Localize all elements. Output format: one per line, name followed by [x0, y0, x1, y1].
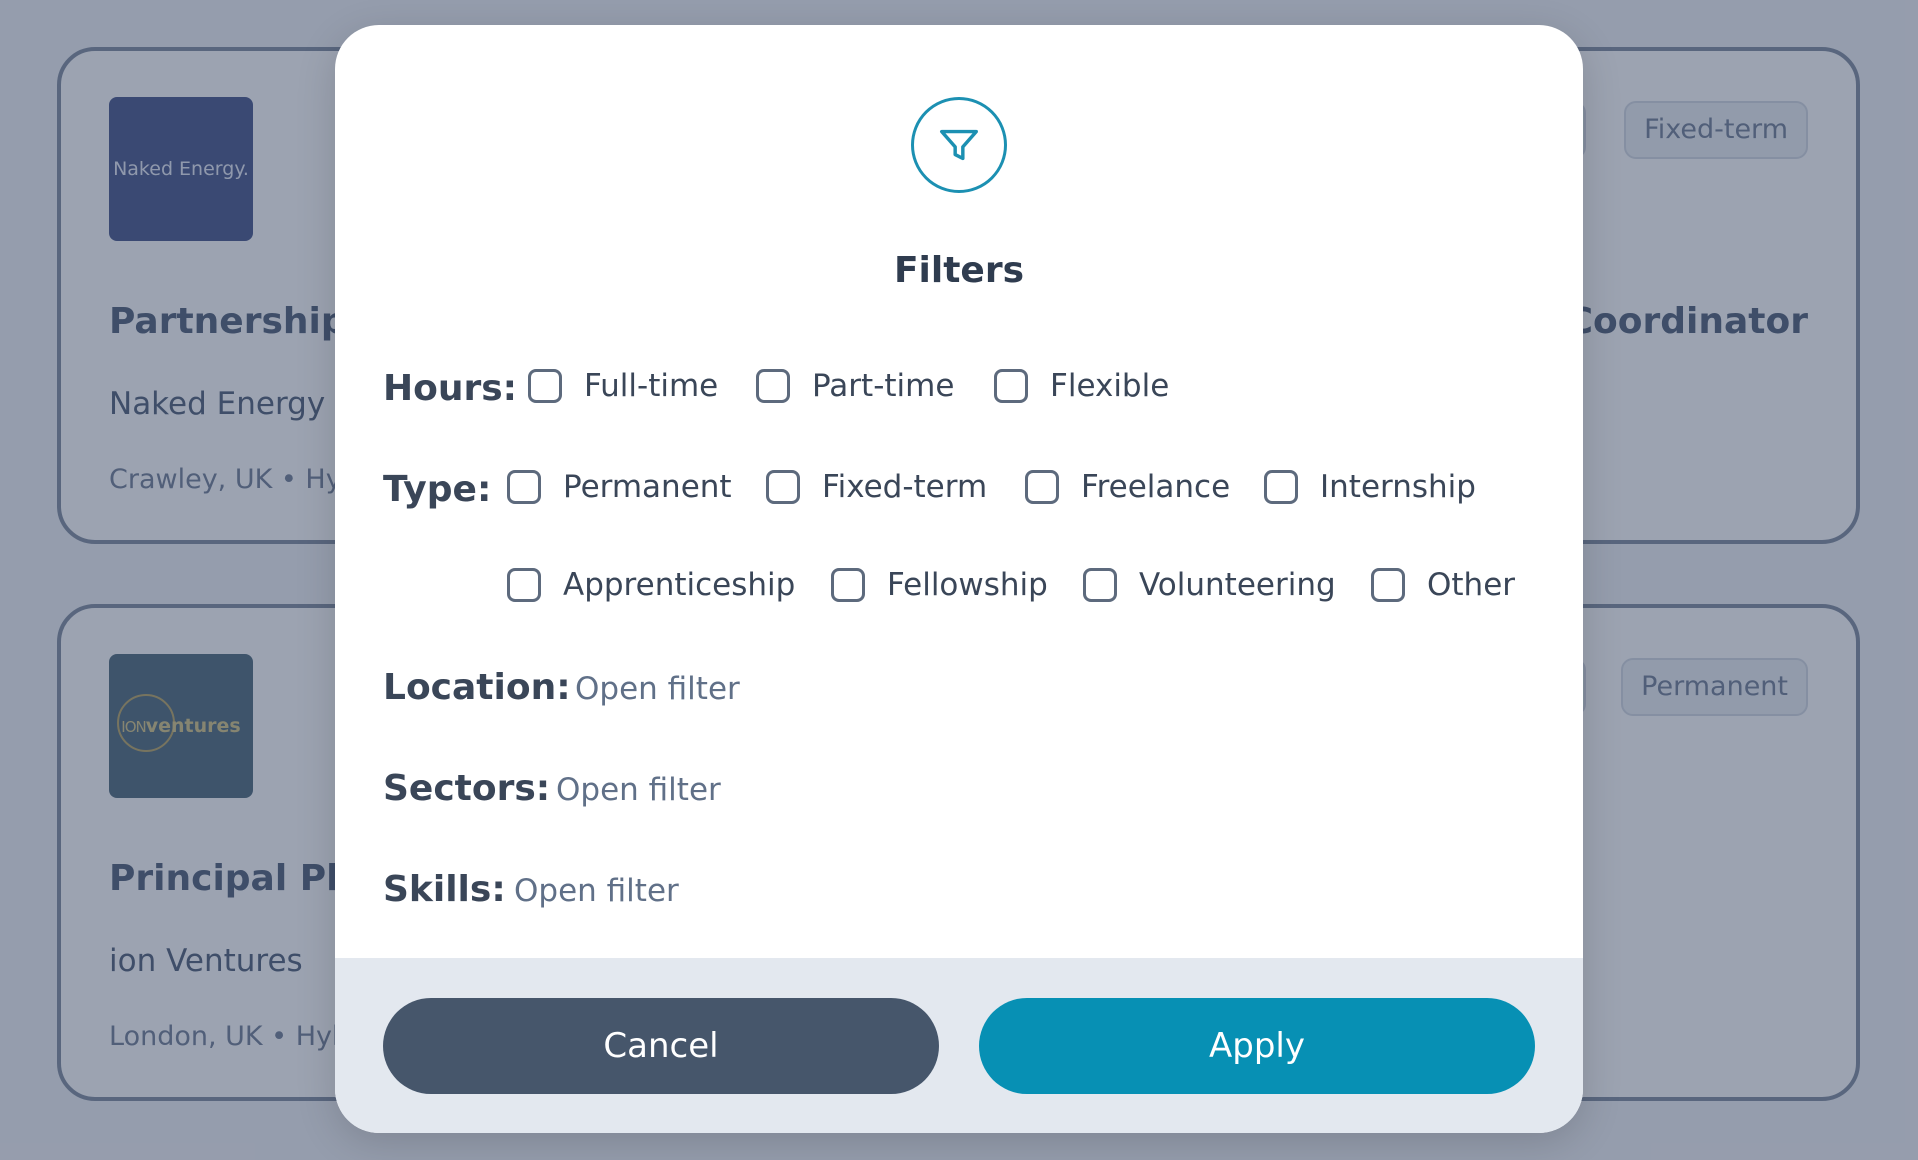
type-option-internship[interactable]: Internship [1264, 469, 1476, 505]
location-label: Location: [383, 667, 571, 708]
type-option-other[interactable]: Other [1371, 567, 1515, 603]
funnel-icon [911, 97, 1007, 193]
hours-option-part-time[interactable]: Part-time [756, 368, 954, 404]
filters-modal: Filters Hours: Full-time Part-time Flexi… [335, 25, 1583, 1133]
skills-label: Skills: [383, 869, 506, 910]
sectors-open-filter-link[interactable]: Open filter [556, 772, 721, 808]
type-option-fellowship[interactable]: Fellowship [831, 567, 1048, 603]
sectors-label: Sectors: [383, 768, 551, 809]
hours-label: Hours: [383, 368, 518, 409]
apply-button[interactable]: Apply [979, 998, 1535, 1094]
checkbox[interactable] [994, 369, 1028, 403]
type-option-volunteering[interactable]: Volunteering [1083, 567, 1336, 603]
checkbox[interactable] [507, 470, 541, 504]
checkbox[interactable] [1371, 568, 1405, 602]
skills-open-filter-link[interactable]: Open filter [514, 873, 679, 909]
checkbox[interactable] [1264, 470, 1298, 504]
checkbox[interactable] [507, 568, 541, 602]
type-label: Type: [383, 469, 492, 510]
type-option-freelance[interactable]: Freelance [1025, 469, 1230, 505]
hours-option-full-time[interactable]: Full-time [528, 368, 718, 404]
type-option-apprenticeship[interactable]: Apprenticeship [507, 567, 795, 603]
checkbox[interactable] [766, 470, 800, 504]
type-option-fixed-term[interactable]: Fixed-term [766, 469, 987, 505]
checkbox[interactable] [1025, 470, 1059, 504]
modal-title: Filters [893, 250, 1025, 291]
cancel-button[interactable]: Cancel [383, 998, 939, 1094]
hours-option-flexible[interactable]: Flexible [994, 368, 1169, 404]
checkbox[interactable] [756, 369, 790, 403]
checkbox[interactable] [831, 568, 865, 602]
checkbox[interactable] [528, 369, 562, 403]
location-open-filter-link[interactable]: Open filter [575, 671, 740, 707]
checkbox[interactable] [1083, 568, 1117, 602]
type-option-permanent[interactable]: Permanent [507, 469, 732, 505]
modal-footer: Cancel Apply [335, 958, 1583, 1133]
